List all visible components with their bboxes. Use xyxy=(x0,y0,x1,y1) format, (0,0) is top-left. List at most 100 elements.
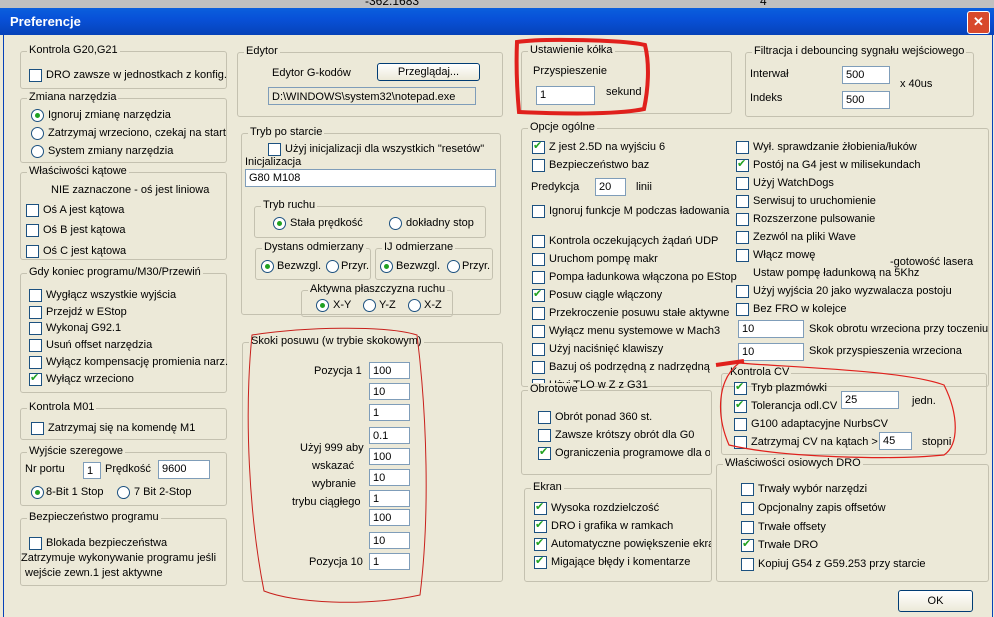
jog-step-input[interactable]: 1 xyxy=(369,404,410,421)
key-presses-checkbox[interactable] xyxy=(532,343,545,356)
rotary-shortest-checkbox[interactable] xyxy=(538,429,551,442)
radio-8bit[interactable] xyxy=(31,486,44,499)
radio-plane-yz[interactable] xyxy=(363,299,376,312)
jog-step-input[interactable]: 1 xyxy=(369,553,410,570)
g4-ms-checkbox[interactable] xyxy=(736,157,749,172)
checkbox-label: DRO i grafika w ramkach xyxy=(551,520,674,532)
end-g921-checkbox[interactable] xyxy=(29,322,42,335)
jog-step-input[interactable]: 100 xyxy=(369,362,410,379)
jog-step-input[interactable]: 10 xyxy=(369,469,410,486)
group-title: Tryb ruchu xyxy=(261,199,318,211)
interval-input[interactable]: 500 xyxy=(842,66,890,84)
group-cv-control: Kontrola CV Tryb plazmówki Tolerancja od… xyxy=(721,366,987,455)
checkbox-label: Wyłącz menu systemowe w Mach3 xyxy=(549,325,721,337)
speech-checkbox[interactable] xyxy=(736,249,749,262)
wave-files-checkbox[interactable] xyxy=(736,231,749,244)
service-run-checkbox[interactable] xyxy=(736,195,749,208)
radio-ignore-tool-change[interactable] xyxy=(31,109,44,122)
plasma-mode-checkbox[interactable] xyxy=(734,380,747,395)
charge-pump-estop-checkbox[interactable] xyxy=(532,271,545,284)
m1-stop-checkbox[interactable] xyxy=(31,422,44,435)
ignore-m-checkbox[interactable] xyxy=(532,205,545,218)
slave-home-checkbox[interactable] xyxy=(532,361,545,374)
dro-units-checkbox[interactable] xyxy=(29,69,42,82)
jog-step-input[interactable]: 1 xyxy=(369,490,410,507)
jog-step-input[interactable]: 0.1 xyxy=(369,427,410,444)
safety-lock-checkbox[interactable] xyxy=(29,537,42,550)
persistent-tool-checkbox[interactable] xyxy=(741,483,754,496)
checkbox-label: Zawsze krótszy obrót dla G0 xyxy=(555,429,695,441)
radio-ij-inc[interactable] xyxy=(447,260,460,273)
g100-nurbs-checkbox[interactable] xyxy=(734,418,747,431)
jog-step-input[interactable]: 100 xyxy=(369,448,410,465)
angular-c-checkbox[interactable] xyxy=(26,245,39,258)
port-input[interactable]: 1 xyxy=(83,462,101,479)
jog-step-input[interactable]: 100 xyxy=(369,509,410,526)
cv-angle-stop-checkbox[interactable] xyxy=(734,436,747,449)
radio-plane-xz[interactable] xyxy=(408,299,421,312)
persistent-offsets-checkbox[interactable] xyxy=(741,521,754,534)
rotary-360-checkbox[interactable] xyxy=(538,411,551,424)
end-estop-checkbox[interactable] xyxy=(29,306,42,319)
cv-tolerance-input[interactable]: 25 xyxy=(841,391,899,409)
copy-g54-checkbox[interactable] xyxy=(741,558,754,571)
spindle-step-input[interactable]: 10 xyxy=(738,320,804,338)
extended-pulse-checkbox[interactable] xyxy=(736,213,749,226)
angular-a-checkbox[interactable] xyxy=(26,204,39,217)
init-all-resets-checkbox[interactable] xyxy=(268,143,281,156)
index-label: Indeks xyxy=(750,92,783,104)
group-title: Gdy koniec programu/M30/Przewiń xyxy=(27,266,203,278)
no-fro-queue-checkbox[interactable] xyxy=(736,303,749,316)
end-radius-comp-checkbox[interactable] xyxy=(29,356,42,369)
radio-7bit[interactable] xyxy=(117,486,130,499)
index-input[interactable]: 500 xyxy=(842,91,890,109)
watchdogs-checkbox[interactable] xyxy=(736,177,749,190)
z25d-checkbox[interactable] xyxy=(532,139,545,154)
dro-frames-checkbox[interactable] xyxy=(534,518,547,533)
close-button[interactable]: ✕ xyxy=(967,11,990,34)
group-rotary: Obrotowe Obrót ponad 360 st. Zawsze krót… xyxy=(521,383,712,475)
init-input[interactable]: G80 M108 xyxy=(245,169,496,187)
radio-distance-inc[interactable] xyxy=(326,260,339,273)
mpg-accel-input[interactable]: 1 xyxy=(536,86,595,105)
rotary-softlimits-checkbox[interactable] xyxy=(538,445,551,460)
browse-button[interactable]: Przeglądaj... xyxy=(377,63,480,81)
group-screen: Ekran Wysoka rozdzielczość DRO i grafika… xyxy=(524,481,712,582)
flash-errors-checkbox[interactable] xyxy=(534,554,547,569)
editor-path-field[interactable]: D:\WINDOWS\system32\notepad.exe xyxy=(268,87,476,105)
cv-angle-input[interactable]: 45 xyxy=(879,432,912,450)
radio-plane-xy[interactable] xyxy=(316,299,329,312)
udp-checkbox[interactable] xyxy=(532,235,545,248)
jog-step-input[interactable]: 10 xyxy=(369,532,410,549)
output20-checkbox[interactable] xyxy=(736,285,749,298)
checkbox-label: Tolerancja odl.CV xyxy=(751,400,838,412)
end-spindle-checkbox[interactable] xyxy=(29,371,42,386)
end-tool-offset-checkbox[interactable] xyxy=(29,339,42,352)
radio-tool-changer[interactable] xyxy=(31,145,44,158)
gouge-check-checkbox[interactable] xyxy=(736,141,749,154)
end-outputs-checkbox[interactable] xyxy=(29,289,42,302)
auto-zoom-checkbox[interactable] xyxy=(534,536,547,551)
feed-override-checkbox[interactable] xyxy=(532,307,545,320)
optional-offsets-checkbox[interactable] xyxy=(741,502,754,515)
radio-exact-stop[interactable] xyxy=(389,217,402,230)
checkbox-label: Serwisuj to uruchomienie xyxy=(753,195,876,207)
radio-ij-abs[interactable] xyxy=(380,260,393,273)
cv-tolerance-checkbox[interactable] xyxy=(734,398,747,413)
radio-stop-spindle[interactable] xyxy=(31,127,44,140)
radio-constant-velocity[interactable] xyxy=(273,217,286,230)
radio-distance-abs[interactable] xyxy=(261,260,274,273)
jog-step-input[interactable]: 10 xyxy=(369,383,410,400)
persistent-dro-checkbox[interactable] xyxy=(741,537,754,552)
spindle-accel-input[interactable]: 10 xyxy=(738,343,804,361)
angular-b-checkbox[interactable] xyxy=(26,224,39,237)
high-res-checkbox[interactable] xyxy=(534,500,547,515)
ok-button[interactable]: OK xyxy=(898,590,973,612)
persistent-feed-checkbox[interactable] xyxy=(532,287,545,302)
home-safety-checkbox[interactable] xyxy=(532,159,545,172)
disable-menu-checkbox[interactable] xyxy=(532,325,545,338)
macro-pump-checkbox[interactable] xyxy=(532,253,545,266)
lookahead-input[interactable]: 20 xyxy=(595,178,626,196)
speed-input[interactable]: 9600 xyxy=(158,460,210,479)
background-strip: -362.1683 4 xyxy=(0,0,994,8)
